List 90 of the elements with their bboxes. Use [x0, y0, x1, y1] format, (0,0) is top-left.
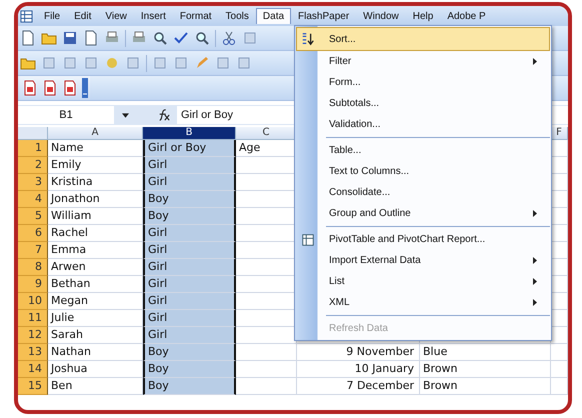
- scissors-icon[interactable]: [221, 30, 237, 46]
- column-header[interactable]: F: [551, 127, 568, 140]
- menu-item[interactable]: Sort...: [296, 27, 550, 51]
- table-cell: Girl: [143, 242, 236, 259]
- document-icon[interactable]: [42, 80, 58, 96]
- table-cell: 9 November: [297, 344, 420, 361]
- row-header[interactable]: 12: [18, 327, 48, 344]
- sort-icon: [301, 32, 315, 46]
- submenu-arrow-icon: [533, 58, 537, 65]
- page-icon[interactable]: [20, 30, 36, 46]
- menu-item[interactable]: XML: [296, 292, 550, 313]
- table-cell: Boy: [143, 378, 236, 395]
- table-cell: Boy: [143, 191, 236, 208]
- function-icon[interactable]: [157, 109, 171, 121]
- table-cell: [236, 361, 297, 378]
- table-cell: Girl: [143, 225, 236, 242]
- table-cell: Brown: [420, 378, 551, 395]
- row-header[interactable]: 15: [18, 378, 48, 395]
- menu-item[interactable]: View: [98, 8, 134, 24]
- row-header[interactable]: 4: [18, 191, 48, 208]
- table-cell: [236, 344, 297, 361]
- toolbar-grip-icon[interactable]: [82, 78, 88, 98]
- table-cell: Blue: [420, 344, 551, 361]
- menu-item[interactable]: Validation...: [296, 114, 550, 135]
- row-header[interactable]: 8: [18, 259, 48, 276]
- table-cell: 10 January: [297, 361, 420, 378]
- menu-item[interactable]: Insert: [134, 8, 173, 24]
- table-cell: [551, 361, 568, 378]
- row-header[interactable]: 11: [18, 310, 48, 327]
- document-icon[interactable]: [62, 80, 78, 96]
- name-box[interactable]: B1: [18, 106, 114, 124]
- column-header[interactable]: C: [236, 127, 297, 140]
- table-cell: Girl: [143, 157, 236, 174]
- table-cell: Girl: [143, 259, 236, 276]
- menu-item[interactable]: Tools: [218, 8, 256, 24]
- row-header[interactable]: 10: [18, 293, 48, 310]
- submenu-arrow-icon: [533, 210, 537, 217]
- menu-item[interactable]: Data: [256, 8, 292, 24]
- menu-item[interactable]: Form...: [296, 72, 550, 93]
- table-cell: Brown: [420, 361, 551, 378]
- row-header[interactable]: 13: [18, 344, 48, 361]
- table-cell: Boy: [143, 361, 236, 378]
- row-header[interactable]: 9: [18, 276, 48, 293]
- row-header[interactable]: 14: [18, 361, 48, 378]
- row-header[interactable]: 3: [18, 174, 48, 191]
- table-cell: Girl: [143, 327, 236, 344]
- row-header[interactable]: 5: [18, 208, 48, 225]
- menu-item[interactable]: Subtotals...: [296, 93, 550, 114]
- menu-item[interactable]: File: [37, 8, 68, 24]
- table-cell: Girl: [143, 276, 236, 293]
- checkmark-icon[interactable]: [173, 30, 189, 46]
- menu-item[interactable]: Import External Data: [296, 250, 550, 271]
- magnifier-icon[interactable]: [194, 30, 210, 46]
- menu-item[interactable]: Adobe P: [440, 8, 493, 24]
- table-icon: [301, 232, 315, 246]
- table-cell: Girl: [143, 310, 236, 327]
- caret-icon[interactable]: [122, 112, 129, 118]
- table-cell: Girl or Boy: [143, 140, 236, 157]
- menu-item[interactable]: Consolidate...: [296, 182, 550, 203]
- table-cell: Girl: [143, 293, 236, 310]
- menu-item[interactable]: Format: [172, 8, 219, 24]
- magnifier-icon[interactable]: [152, 30, 168, 46]
- page-icon[interactable]: [83, 30, 99, 46]
- menu-item[interactable]: List: [296, 271, 550, 292]
- menu-item[interactable]: PivotTable and PivotChart Report...: [296, 229, 550, 250]
- table-cell: Boy: [143, 344, 236, 361]
- menu-item[interactable]: Text to Columns...: [296, 161, 550, 182]
- row-header[interactable]: 1: [18, 140, 48, 157]
- spreadsheet-icon: [20, 10, 33, 22]
- row-header[interactable]: 2: [18, 157, 48, 174]
- menu-item[interactable]: Group and Outline: [296, 203, 550, 224]
- menu-item[interactable]: Table...: [296, 140, 550, 161]
- row-header[interactable]: 6: [18, 225, 48, 242]
- menu-item[interactable]: Window: [356, 8, 406, 24]
- row-header[interactable]: 7: [18, 242, 48, 259]
- column-header[interactable]: B: [143, 127, 236, 140]
- column-header[interactable]: A: [48, 127, 143, 140]
- submenu-arrow-icon: [533, 299, 537, 306]
- table-cell: [551, 378, 568, 395]
- submenu-arrow-icon: [533, 278, 537, 285]
- table-cell: Boy: [143, 208, 236, 225]
- table-cell: Girl: [143, 174, 236, 191]
- table-cell: [236, 378, 297, 395]
- menu-item[interactable]: Edit: [67, 8, 98, 24]
- table-cell: 7 December: [297, 378, 420, 395]
- submenu-arrow-icon: [533, 257, 537, 264]
- menu-item[interactable]: FlashPaper: [291, 8, 356, 24]
- table-cell: [551, 344, 568, 361]
- document-icon[interactable]: [22, 80, 38, 96]
- menu-item[interactable]: Help: [406, 8, 440, 24]
